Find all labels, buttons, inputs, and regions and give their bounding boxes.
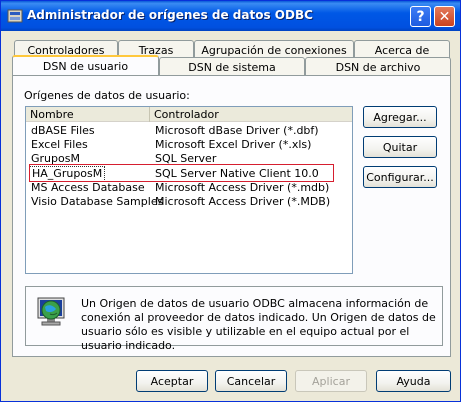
odbc-globe-icon [37, 297, 65, 326]
dsn-name: MS Access Database [31, 181, 145, 194]
tab-label: DSN de archivo [335, 60, 421, 74]
title-bar[interactable]: Administrador de orígenes de datos ODBC … [1, 1, 460, 31]
ok-button[interactable]: Aceptar [136, 370, 208, 392]
help-title-button[interactable]: ? [410, 6, 431, 27]
list-item[interactable]: Visio Database Samples Microsoft Access … [26, 195, 352, 209]
list-header: Nombre Controlador [26, 107, 352, 122]
column-header-nombre[interactable]: Nombre [26, 107, 150, 122]
column-header-controlador[interactable]: Controlador [150, 107, 352, 122]
window-title: Administrador de orígenes de datos ODBC [27, 8, 313, 22]
list-item[interactable]: dBASE Files Microsoft dBase Driver (*.db… [26, 124, 352, 138]
info-text: Un Origen de datos de usuario ODBC almac… [81, 297, 436, 352]
cancel-button[interactable]: Cancelar [215, 370, 287, 392]
tab-dsn-sistema[interactable]: DSN de sistema [159, 57, 305, 76]
odbc-app-icon [7, 9, 23, 23]
remove-button[interactable]: Quitar [363, 136, 437, 158]
list-label: Orígenes de datos de usuario: [24, 89, 190, 102]
dsn-name: Visio Database Samples [31, 195, 164, 208]
close-button[interactable]: ✕ [434, 6, 455, 27]
tab-label: Acerca de [374, 43, 430, 57]
highlight-annotation [29, 164, 334, 182]
dsn-driver: Microsoft Access Driver (*.mdb) [155, 181, 330, 194]
tab-label: Agrupación de conexiones [201, 43, 347, 57]
add-button[interactable]: Agregar... [363, 106, 437, 128]
help-icon: ? [416, 8, 425, 25]
dsn-driver: Microsoft Excel Driver (*.xls) [155, 138, 312, 151]
odbc-dialog: Administrador de orígenes de datos ODBC … [0, 0, 461, 402]
tab-label: DSN de usuario [42, 59, 129, 73]
help-button[interactable]: Ayuda [376, 370, 451, 392]
list-item[interactable]: Excel Files Microsoft Excel Driver (*.xl… [26, 138, 352, 152]
dsn-name: Excel Files [31, 138, 88, 151]
dsn-driver: Microsoft Access Driver (*.MDB) [155, 195, 331, 208]
info-box: Un Origen de datos de usuario ODBC almac… [25, 286, 443, 352]
dsn-driver: Microsoft dBase Driver (*.dbf) [155, 124, 319, 137]
apply-button[interactable]: Aplicar [295, 370, 367, 392]
user-dsn-list[interactable]: Nombre Controlador dBASE Files Microsoft… [25, 106, 353, 274]
close-icon: ✕ [438, 8, 451, 25]
tab-dsn-usuario[interactable]: DSN de usuario [12, 55, 159, 75]
configure-button[interactable]: Configurar... [363, 166, 437, 188]
tab-label: DSN de sistema [188, 60, 276, 74]
dsn-name: dBASE Files [31, 124, 95, 137]
tab-dsn-archivo[interactable]: DSN de archivo [305, 57, 451, 76]
list-item[interactable]: MS Access Database Microsoft Access Driv… [26, 181, 352, 195]
